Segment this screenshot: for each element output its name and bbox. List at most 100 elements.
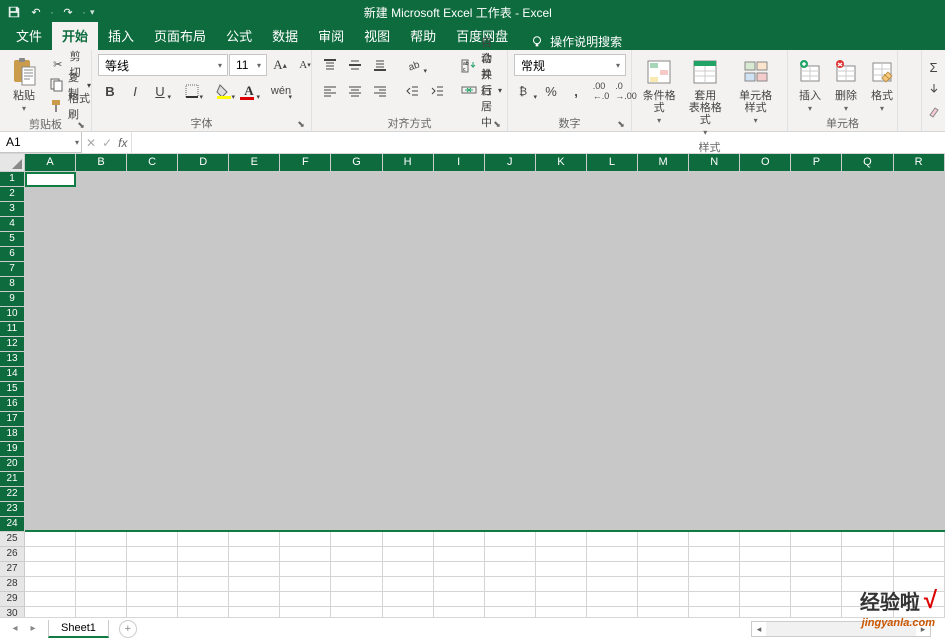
column-header[interactable]: Q xyxy=(842,154,893,172)
decrease-decimal-button[interactable]: .0→.00 xyxy=(614,80,638,102)
decrease-indent-button[interactable] xyxy=(400,80,424,102)
bold-button[interactable]: B xyxy=(98,80,122,102)
font-name-combo[interactable]: 等线▾ xyxy=(98,54,228,76)
row-header[interactable]: 12 xyxy=(0,337,25,352)
row-header[interactable]: 13 xyxy=(0,352,25,367)
row-header[interactable]: 15 xyxy=(0,382,25,397)
align-right-button[interactable] xyxy=(368,80,392,102)
increase-indent-button[interactable] xyxy=(425,80,449,102)
row-header[interactable]: 17 xyxy=(0,412,25,427)
column-header[interactable]: A xyxy=(25,154,76,172)
save-icon[interactable] xyxy=(4,2,24,22)
alignment-launcher[interactable]: ⬊ xyxy=(491,118,503,130)
row-header[interactable]: 11 xyxy=(0,322,25,337)
column-header[interactable]: F xyxy=(280,154,331,172)
row-header[interactable]: 4 xyxy=(0,217,25,232)
row-header[interactable]: 29 xyxy=(0,592,25,607)
column-header[interactable]: I xyxy=(434,154,485,172)
sheet-tab-active[interactable]: Sheet1 xyxy=(48,620,109,638)
merge-center-button[interactable]: 合并后居中▾ xyxy=(457,80,506,100)
sheet-nav-prev[interactable]: ◂ xyxy=(8,623,22,634)
insert-cells-button[interactable]: 插入▾ xyxy=(794,54,826,115)
cancel-formula-icon[interactable]: ✕ xyxy=(86,136,96,150)
tab-formulas[interactable]: 公式 xyxy=(216,22,262,50)
row-header[interactable]: 20 xyxy=(0,457,25,472)
undo-icon[interactable]: ↶ xyxy=(26,2,46,22)
tell-me-search[interactable]: 操作说明搜索 xyxy=(518,33,634,50)
orientation-button[interactable]: ab▾ xyxy=(400,54,428,76)
row-header[interactable]: 14 xyxy=(0,367,25,382)
row-header[interactable]: 5 xyxy=(0,232,25,247)
select-all-corner[interactable] xyxy=(0,154,25,172)
cell-styles-button[interactable]: 单元格样式▾ xyxy=(730,54,781,127)
insert-function-icon[interactable]: fx xyxy=(118,136,127,150)
redo-icon[interactable]: ↷ xyxy=(58,2,78,22)
font-size-combo[interactable]: 11▾ xyxy=(229,54,267,76)
column-header[interactable]: H xyxy=(383,154,434,172)
column-header[interactable]: M xyxy=(638,154,689,172)
column-header[interactable]: B xyxy=(76,154,127,172)
border-button[interactable]: ▾ xyxy=(180,80,204,102)
number-launcher[interactable]: ⬊ xyxy=(615,118,627,130)
column-header[interactable]: G xyxy=(331,154,382,172)
font-color-button[interactable]: A ▾ xyxy=(237,80,261,102)
row-header[interactable]: 26 xyxy=(0,547,25,562)
row-header[interactable]: 10 xyxy=(0,307,25,322)
delete-cells-button[interactable]: 删除▾ xyxy=(830,54,862,115)
align-middle-button[interactable] xyxy=(343,54,367,76)
spreadsheet-grid[interactable]: ABCDEFGHIJKLMNOPQR 123456789101112131415… xyxy=(0,154,945,617)
tab-help[interactable]: 帮助 xyxy=(400,22,446,50)
align-center-button[interactable] xyxy=(343,80,367,102)
row-header[interactable]: 24 xyxy=(0,517,25,532)
add-sheet-button[interactable]: + xyxy=(119,620,137,638)
conditional-format-button[interactable]: 条件格式▾ xyxy=(638,54,680,127)
enter-formula-icon[interactable]: ✓ xyxy=(102,136,112,150)
row-header[interactable]: 3 xyxy=(0,202,25,217)
row-header[interactable]: 25 xyxy=(0,532,25,547)
name-box[interactable]: A1▾ xyxy=(0,132,82,153)
row-header[interactable]: 16 xyxy=(0,397,25,412)
row-header[interactable]: 23 xyxy=(0,502,25,517)
column-header[interactable]: K xyxy=(536,154,587,172)
autosum-button[interactable]: Σ xyxy=(922,56,945,78)
percent-button[interactable]: % xyxy=(539,80,563,102)
decrease-font-button[interactable]: A▾ xyxy=(293,54,317,76)
row-header[interactable]: 22 xyxy=(0,487,25,502)
fill-color-button[interactable]: ▾ xyxy=(212,80,236,102)
italic-button[interactable]: I xyxy=(123,80,147,102)
row-header[interactable]: 1 xyxy=(0,172,25,187)
column-header[interactable]: P xyxy=(791,154,842,172)
paste-button[interactable]: 粘贴 ▾ xyxy=(6,54,42,115)
formula-input[interactable] xyxy=(132,132,945,153)
align-bottom-button[interactable] xyxy=(368,54,392,76)
table-format-button[interactable]: 套用 表格格式▾ xyxy=(684,54,726,139)
tab-page-layout[interactable]: 页面布局 xyxy=(144,22,216,50)
row-header[interactable]: 27 xyxy=(0,562,25,577)
clear-button[interactable] xyxy=(922,100,945,122)
tab-file[interactable]: 文件 xyxy=(6,22,52,50)
tab-data[interactable]: 数据 xyxy=(262,22,308,50)
row-header[interactable]: 28 xyxy=(0,577,25,592)
row-header[interactable]: 9 xyxy=(0,292,25,307)
clipboard-launcher[interactable]: ⬊ xyxy=(75,119,87,131)
phonetic-button[interactable]: wén▾ xyxy=(269,80,293,102)
row-header[interactable]: 19 xyxy=(0,442,25,457)
row-header[interactable]: 7 xyxy=(0,262,25,277)
column-header[interactable]: D xyxy=(178,154,229,172)
tab-home[interactable]: 开始 xyxy=(52,22,98,50)
column-header[interactable]: J xyxy=(485,154,536,172)
align-left-button[interactable] xyxy=(318,80,342,102)
align-top-button[interactable] xyxy=(318,54,342,76)
column-header[interactable]: N xyxy=(689,154,740,172)
row-header[interactable]: 21 xyxy=(0,472,25,487)
underline-button[interactable]: U▾ xyxy=(148,80,172,102)
comma-button[interactable]: , xyxy=(564,80,588,102)
fill-button[interactable] xyxy=(922,78,945,100)
tab-view[interactable]: 视图 xyxy=(354,22,400,50)
tab-review[interactable]: 审阅 xyxy=(308,22,354,50)
accounting-format-button[interactable]: ₿▾ xyxy=(514,80,538,102)
row-header[interactable]: 6 xyxy=(0,247,25,262)
sheet-nav-next[interactable]: ▸ xyxy=(26,623,40,634)
horizontal-scrollbar[interactable]: ◂ ▸ xyxy=(751,621,931,637)
column-header[interactable]: O xyxy=(740,154,791,172)
